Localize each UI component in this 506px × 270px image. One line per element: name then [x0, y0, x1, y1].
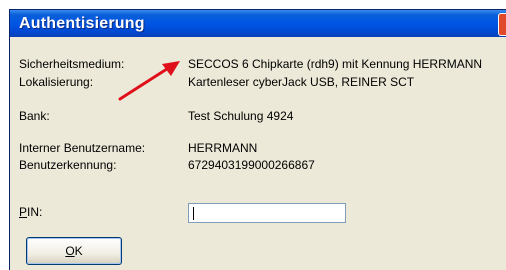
localization-value: Kartenleser cyberJack USB, REINER SCT: [188, 75, 415, 89]
title-bar[interactable]: Authentisierung: [10, 10, 506, 37]
red-arrow-icon: [118, 61, 180, 101]
pin-input[interactable]: [188, 203, 346, 223]
ok-button-label-rest: K: [74, 244, 83, 258]
user-id-label: Benutzerkennung:: [19, 158, 117, 172]
window-title: Authentisierung: [19, 15, 145, 32]
pin-label-accesskey: P: [19, 205, 28, 219]
bank-value: Test Schulung 4924: [188, 109, 294, 123]
pin-label-rest: IN:: [27, 205, 43, 219]
ok-button-accesskey: O: [65, 244, 75, 258]
user-id-value: 6729403199000266867: [188, 158, 315, 172]
security-medium-label: Sicherheitsmedium:: [19, 57, 125, 71]
internal-username-label: Interner Benutzername:: [19, 141, 146, 155]
ok-button[interactable]: OK: [26, 237, 122, 265]
close-icon[interactable]: [498, 13, 506, 36]
text-caret: [193, 207, 194, 220]
internal-username-value: HERRMANN: [188, 141, 258, 155]
bank-label: Bank:: [19, 109, 50, 123]
security-medium-value: SECCOS 6 Chipkarte (rdh9) mit Kennung HE…: [188, 57, 483, 71]
authentication-dialog: Authentisierung Sicherheitsmedium: SECCO…: [9, 9, 506, 270]
localization-label: Lokalisierung:: [19, 75, 94, 89]
pin-label: PIN:: [19, 205, 42, 219]
